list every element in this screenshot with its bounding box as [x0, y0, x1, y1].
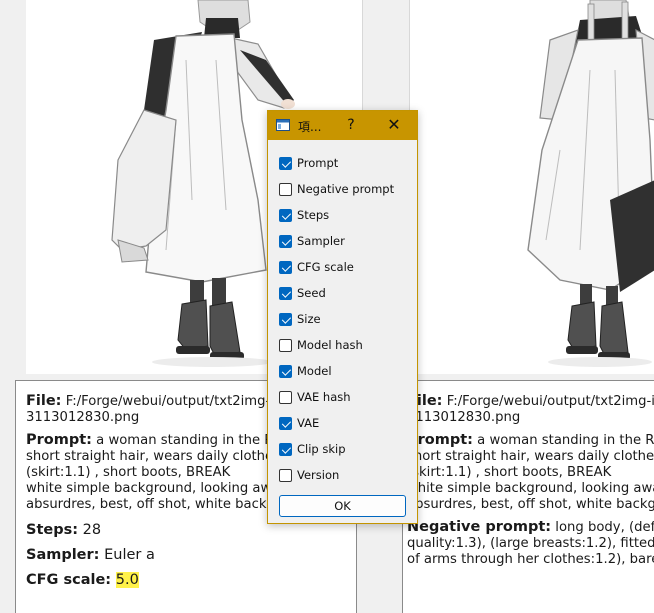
checkbox-checked[interactable]	[279, 261, 292, 274]
option-label: CFG scale	[297, 260, 354, 274]
option-label: Steps	[297, 208, 330, 222]
right-generated-image	[527, 0, 654, 367]
right-metadata-box: File: F:/Forge/webui/output/txt2img-imag…	[402, 380, 654, 613]
option-label: Model hash	[297, 338, 363, 352]
cfg-key: CFG scale:	[26, 572, 112, 588]
checkbox-checked[interactable]	[279, 365, 292, 378]
checkbox-checked[interactable]	[279, 443, 292, 456]
option-label: Clip skip	[297, 442, 346, 456]
checkbox-unchecked[interactable]	[279, 339, 292, 352]
option-vae[interactable]: VAE	[279, 415, 394, 441]
right-negative-line: Negative prompt: long body, (deformed:1.…	[407, 519, 654, 568]
option-label: Version	[297, 468, 340, 482]
option-label: VAE	[297, 416, 320, 430]
dialog-title: 項...	[298, 120, 322, 134]
option-size[interactable]: Size	[279, 311, 394, 337]
option-label: VAE hash	[297, 390, 351, 404]
option-clip-skip[interactable]: Clip skip	[279, 441, 394, 467]
option-prompt[interactable]: Prompt	[279, 155, 394, 181]
checkbox-unchecked[interactable]	[279, 183, 292, 196]
window-icon	[276, 119, 290, 131]
checkbox-checked[interactable]	[279, 235, 292, 248]
option-vae-hash[interactable]: VAE hash	[279, 389, 394, 415]
option-label: Size	[297, 312, 321, 326]
field-selection-dialog: 項... ? ✕ Prompt Negative prompt Steps Sampl…	[267, 110, 418, 524]
option-version[interactable]: Version	[279, 467, 394, 493]
checkbox-checked[interactable]	[279, 157, 292, 170]
option-label: Seed	[297, 286, 326, 300]
prompt-key: Prompt:	[26, 432, 92, 448]
help-button[interactable]: ?	[340, 114, 362, 136]
cfg-value-highlighted: 5.0	[115, 572, 139, 588]
checkbox-unchecked[interactable]	[279, 469, 292, 482]
option-seed[interactable]: Seed	[279, 285, 394, 311]
right-image-frame	[409, 0, 654, 374]
option-model[interactable]: Model	[279, 363, 394, 389]
steps-key: Steps:	[26, 522, 79, 538]
option-checkbox-list: Prompt Negative prompt Steps Sampler CFG sca…	[279, 155, 394, 493]
option-label: Model	[297, 364, 332, 378]
option-model-hash[interactable]: Model hash	[279, 337, 394, 363]
file-value: F:/Forge/webui/output/txt2img-images/202…	[407, 394, 654, 425]
negative-prompt-key: Negative prompt:	[407, 519, 552, 535]
checkbox-unchecked[interactable]	[279, 391, 292, 404]
option-cfg-scale[interactable]: CFG scale	[279, 259, 394, 285]
checkbox-checked[interactable]	[279, 209, 292, 222]
right-prompt-line: Prompt: a woman standing in the R8, from…	[407, 432, 654, 513]
close-button[interactable]: ✕	[383, 114, 405, 136]
steps-value: 28	[82, 522, 102, 538]
file-key: File:	[26, 393, 62, 409]
option-label: Sampler	[297, 234, 345, 248]
sampler-key: Sampler:	[26, 547, 100, 563]
checkbox-checked[interactable]	[279, 313, 292, 326]
ok-button[interactable]: OK	[279, 495, 406, 517]
option-label: Negative prompt	[297, 182, 395, 196]
right-file-line: File: F:/Forge/webui/output/txt2img-imag…	[407, 393, 654, 426]
left-cfg-line: CFG scale: 5.0	[26, 569, 356, 591]
prompt-value-2: white simple background, looking away, d…	[407, 481, 654, 512]
checkbox-checked[interactable]	[279, 287, 292, 300]
option-steps[interactable]: Steps	[279, 207, 394, 233]
dialog-titlebar[interactable]: 項... ? ✕	[268, 111, 417, 140]
checkbox-checked[interactable]	[279, 417, 292, 430]
option-sampler[interactable]: Sampler	[279, 233, 394, 259]
sampler-value: Euler a	[104, 547, 155, 563]
option-negative-prompt[interactable]: Negative prompt	[279, 181, 394, 207]
option-label: Prompt	[297, 156, 339, 170]
left-sampler-line: Sampler: Euler a	[26, 544, 356, 566]
